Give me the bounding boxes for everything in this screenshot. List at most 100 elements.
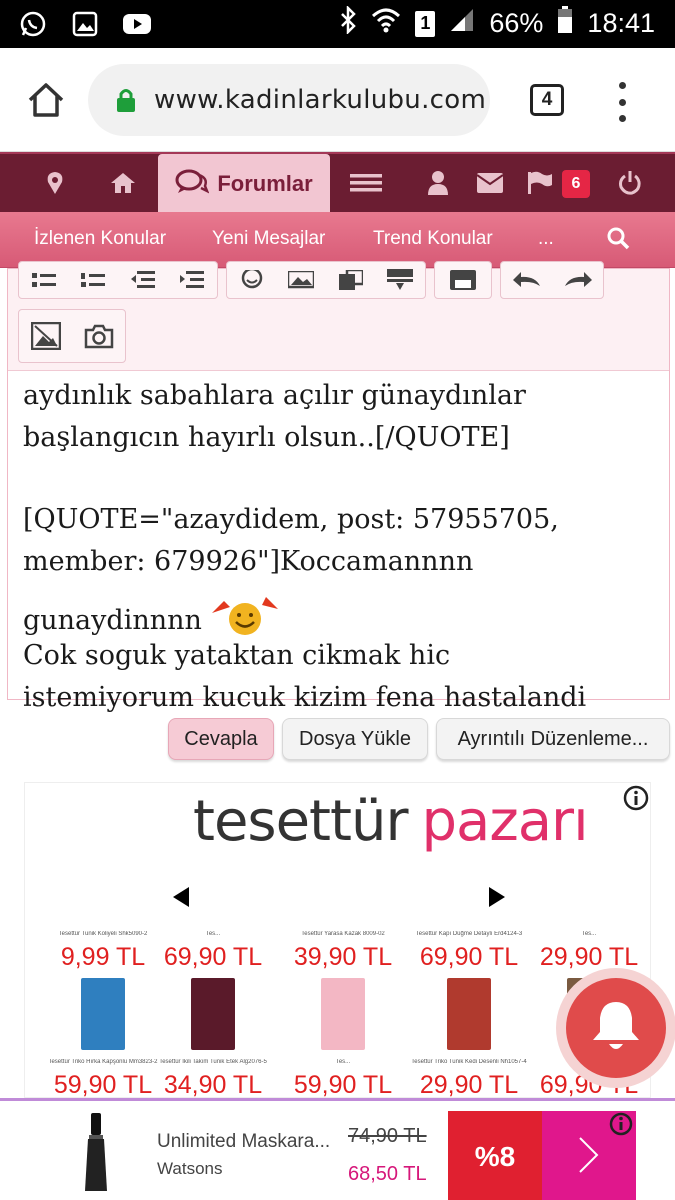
battery-percent: 66% [489,8,544,38]
overflow-menu-icon[interactable] [612,82,632,122]
clock: 18:41 [587,8,655,38]
signal-icon [449,7,475,40]
flag-icon[interactable] [520,154,560,212]
whatsapp-icon [18,9,48,39]
post-editor: aydınlık sabahlara açılır günaydınlar ba… [7,261,670,713]
insert-icon[interactable] [385,268,415,292]
numbered-list-icon[interactable] [78,268,108,292]
editor-line: member: 679926"]Koccamannnn [23,546,474,577]
gallery-icon [70,9,100,39]
ad-product-name: Tes... [581,931,597,937]
notification-count-badge[interactable]: 6 [562,170,590,198]
editor-toolbar [8,261,669,371]
remove-image-icon[interactable] [30,322,61,350]
push-notification-button[interactable] [556,968,675,1088]
subnav-more[interactable]: ... [538,228,554,250]
lock-icon [116,87,136,113]
subnav-watched-threads[interactable]: İzlenen Konular [34,228,166,250]
carousel-next-icon[interactable] [487,887,507,909]
indent-icon[interactable] [177,268,207,292]
shop-advertisement[interactable]: tesettür pazarı Tesettür Tunik Koliyeli S… [24,782,651,1098]
chevron-right-icon [577,1135,601,1180]
search-icon[interactable] [606,226,632,252]
ad-product-tile[interactable]: Tesettür İkili Takım Tunik Etek Alg2076-… [153,973,273,1098]
ad-product-price: 29,90 TL [419,1071,519,1098]
youtube-icon [122,9,152,39]
site-main-nav: Forumlar 6 [0,152,675,214]
ad-product-price: 29,90 TL [539,943,639,971]
banner-brand: Watsons [157,1159,223,1178]
ad-product-name: Tes... [335,1059,351,1065]
editor-line: istemiyorum kucuk kizim fena hastalandi [23,682,587,713]
forum-chat-icon [175,169,210,200]
ad-product-price: 9,99 TL [60,943,146,971]
editor-blank-line [23,459,663,499]
tab-switcher-button[interactable]: 4 [530,84,564,116]
ad-product-name: Tesettür Tunik Koliyeli Shk5090-2 [58,931,148,937]
banner-info-icon[interactable] [606,1111,636,1137]
subnav-new-posts[interactable]: Yeni Mesajlar [212,228,325,250]
location-pin-icon[interactable] [30,154,80,212]
mascara-product-image [82,1113,110,1193]
envelope-icon[interactable] [468,154,512,212]
image-icon[interactable] [286,268,316,292]
camera-icon[interactable] [84,324,114,349]
editor-line: başlangıcın hayırlı olsun..[/QUOTE] [23,422,510,453]
toolbar-insert-group [226,261,426,299]
home-icon[interactable] [98,154,148,212]
bell-icon [590,998,642,1059]
toolbar-history-group [500,261,604,299]
media-icon[interactable] [336,268,366,292]
ad-product-tile[interactable]: Tes... 59,90 TL [283,973,403,1098]
shop-logo: tesettür pazarı [193,789,589,854]
undo-icon[interactable] [512,268,542,292]
carousel-prev-icon[interactable] [173,887,193,909]
user-icon[interactable] [416,154,460,212]
toolbar-extra-group [18,309,126,363]
power-icon[interactable] [608,154,652,212]
ad-product-price: 59,90 TL [293,1071,393,1098]
ad-product-price: 59,90 TL [53,1071,153,1098]
sim-indicator: 1 [415,10,436,37]
redo-icon[interactable] [563,268,593,292]
outdent-icon[interactable] [128,268,158,292]
bullet-list-icon[interactable] [29,268,59,292]
ad-info-icon[interactable] [623,785,649,811]
banner-product-name: Unlimited Maskara... [157,1131,331,1152]
screen: 1 66% 18:41 www.kadinlarkulubu.com 4 For… [0,0,675,1200]
ad-product-name: Tes... [205,931,221,937]
ad-product-price: 34,90 TL [163,1071,263,1098]
upload-file-button[interactable]: Dosya Yükle [282,718,428,760]
ad-product-name: Tesettür Triko Hırka Kapşonlu Mm3823-2 [48,1059,158,1065]
ad-product-price: 69,90 TL [419,943,519,971]
editor-line: [QUOTE="azaydidem, post: 57955705, [23,504,559,535]
address-bar[interactable]: www.kadinlarkulubu.com [88,64,490,136]
reply-button[interactable]: Cevapla [168,718,274,760]
ad-product-price: 39,90 TL [293,943,393,971]
editor-line: gunaydinnnn [23,605,202,636]
subnav-trending[interactable]: Trend Konular [373,228,493,250]
status-bar: 1 66% 18:41 [0,0,675,48]
hamburger-menu-icon[interactable] [344,154,388,212]
ad-product-name: Tesettür Kapı Düğme Detaylı Erd4124-3 [415,931,523,937]
ad-product-tile[interactable]: Tesettür Triko Tunik Kedi Desenli Nh1057… [409,973,529,1098]
editor-line: Cok soguk yataktan cikmak hic [23,640,451,671]
tab-forumlar[interactable]: Forumlar [158,154,330,214]
home-icon[interactable] [24,78,68,122]
banner-discount-badge: %8 [448,1111,542,1200]
banner-old-price: 74,90 TL [348,1125,427,1147]
browser-toolbar: www.kadinlarkulubu.com 4 [0,48,675,152]
advanced-edit-button[interactable]: Ayrıntılı Düzenleme... [436,718,670,760]
wifi-icon [371,7,401,40]
site-sub-nav: İzlenen Konular Yeni Mesajlar Trend Konu… [0,212,675,268]
tab-forumlar-label: Forumlar [217,171,313,196]
ad-product-name: Tesettür Triko Tunik Kedi Desenli Nh1057… [411,1059,527,1065]
banner-new-price: 68,50 TL [348,1163,427,1185]
ad-product-name: Tesettür Yarasa Kazak 8009-02 [301,931,385,937]
ad-product-tile[interactable]: Tesettür Triko Hırka Kapşonlu Mm3823-2 59… [43,973,163,1098]
save-draft-icon[interactable] [448,268,478,292]
toolbar-list-group [18,261,218,299]
bottom-banner-ad[interactable]: Unlimited Maskara... Watsons 74,90 TL 68… [0,1098,675,1200]
editor-text-area[interactable]: aydınlık sabahlara açılır günaydınlar ba… [23,375,663,719]
smiley-icon[interactable] [237,268,267,292]
